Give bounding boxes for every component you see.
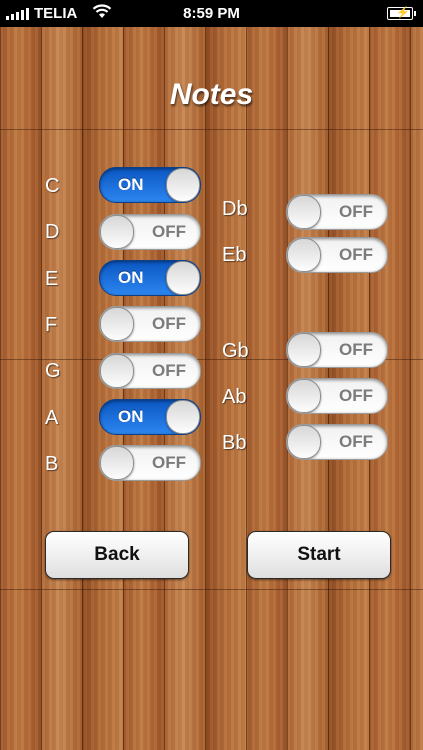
toggle-f[interactable]: OFF xyxy=(99,306,201,342)
note-label-e: E xyxy=(45,268,59,290)
toggle-db[interactable]: OFF xyxy=(286,194,388,230)
toggle-gb-knob xyxy=(287,333,321,367)
toggle-db-knob xyxy=(287,195,321,229)
toggle-bb-text: OFF xyxy=(339,432,373,451)
toggle-a-knob xyxy=(166,400,200,434)
toggle-eb-knob xyxy=(287,238,321,272)
battery-charging-icon: ⚡ xyxy=(387,7,416,20)
toggle-gb-text: OFF xyxy=(339,340,373,359)
toggle-g-knob xyxy=(100,354,134,388)
note-label-ab: Ab xyxy=(222,386,247,408)
note-label-db: Db xyxy=(222,198,248,220)
toggle-c-text: ON xyxy=(118,175,144,194)
toggle-c[interactable]: ON xyxy=(99,167,201,203)
note-label-d: D xyxy=(45,221,60,243)
toggle-f-knob xyxy=(100,307,134,341)
toggle-e[interactable]: ON xyxy=(99,260,201,296)
toggle-b-text: OFF xyxy=(152,453,186,472)
toggle-a-text: ON xyxy=(118,407,144,426)
page-title: Notes xyxy=(169,78,254,111)
note-label-a: A xyxy=(45,407,59,429)
toggle-b-knob xyxy=(100,446,134,480)
toggle-bb[interactable]: OFF xyxy=(286,424,388,460)
toggle-a[interactable]: ON xyxy=(99,399,201,435)
toggle-g[interactable]: OFF xyxy=(99,353,201,389)
status-bar: TELIA 8:59 PM ⚡ xyxy=(0,0,423,27)
note-label-bb: Bb xyxy=(222,432,247,454)
toggle-eb-text: OFF xyxy=(339,245,373,264)
toggle-e-text: ON xyxy=(118,268,144,287)
note-label-c: C xyxy=(45,175,60,197)
toggle-ab[interactable]: OFF xyxy=(286,378,388,414)
toggle-bb-knob xyxy=(287,425,321,459)
note-label-b: B xyxy=(45,453,59,475)
status-time: 8:59 PM xyxy=(183,5,240,22)
toggle-gb[interactable]: OFF xyxy=(286,332,388,368)
note-label-g: G xyxy=(45,360,61,382)
toggle-c-knob xyxy=(166,168,200,202)
note-label-eb: Eb xyxy=(222,244,247,266)
note-label-gb: Gb xyxy=(222,340,249,362)
toggle-ab-text: OFF xyxy=(339,386,373,405)
toggle-d-knob xyxy=(100,215,134,249)
toggle-d[interactable]: OFF xyxy=(99,214,201,250)
toggle-f-text: OFF xyxy=(152,314,186,333)
note-label-f: F xyxy=(45,314,58,336)
toggle-db-text: OFF xyxy=(339,202,373,221)
toggle-e-knob xyxy=(166,261,200,295)
start-button[interactable]: Start xyxy=(247,531,391,579)
toggle-g-text: OFF xyxy=(152,361,186,380)
toggle-b[interactable]: OFF xyxy=(99,445,201,481)
toggle-ab-knob xyxy=(287,379,321,413)
back-button[interactable]: Back xyxy=(45,531,189,579)
toggle-d-text: OFF xyxy=(152,222,186,241)
toggle-eb[interactable]: OFF xyxy=(286,237,388,273)
